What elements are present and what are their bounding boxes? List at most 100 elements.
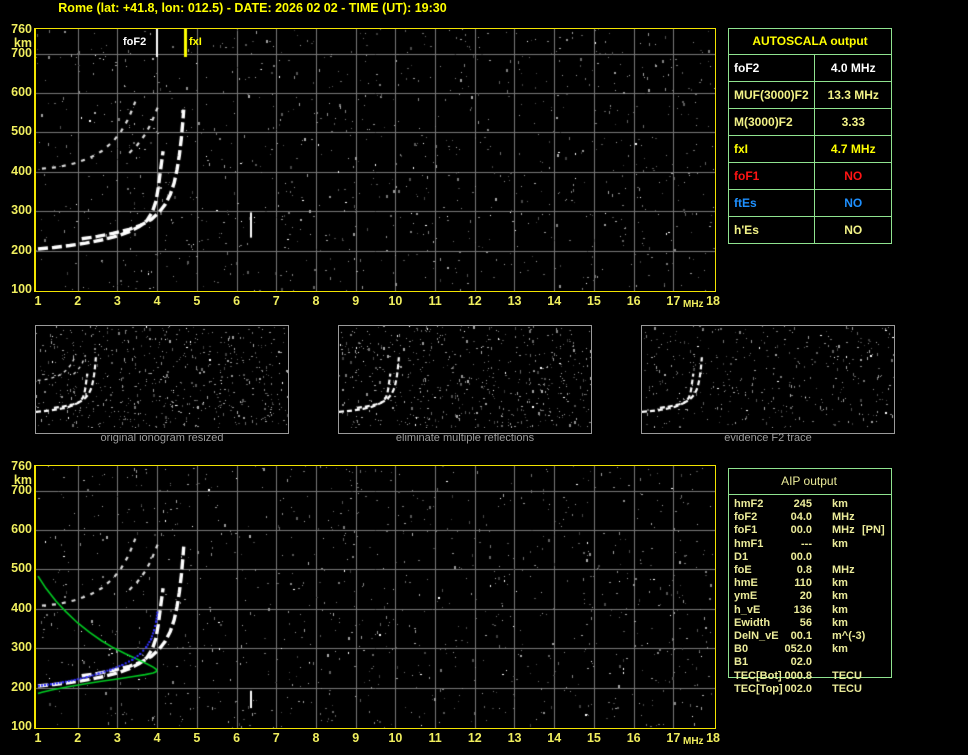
autoscala-row-value: 4.0 MHz <box>814 55 891 81</box>
aip-row-note: [PN] <box>862 524 885 537</box>
x-tick-label: 2 <box>74 731 82 745</box>
aip-row-label: foE <box>734 564 752 576</box>
y-tick-label: 500 <box>11 561 32 576</box>
aip-row-unit: km <box>832 603 848 616</box>
aip-row-value: 20 <box>799 590 812 603</box>
x-tick-label: 15 <box>586 294 601 308</box>
autoscala-output-table: AUTOSCALA output foF2 4.0 MHz MUF(3000)F2 1… <box>728 28 892 244</box>
aip-row: foF2 04.0 MHz <box>728 511 894 524</box>
bottom-ionogram-plot <box>34 465 716 729</box>
x-tick-label: 5 <box>193 294 201 308</box>
autoscala-row-label: fxI <box>734 142 749 156</box>
aip-row-unit: km <box>832 537 848 550</box>
aip-row-value: 04.0 <box>790 511 812 524</box>
x-axis-unit-label: MHz <box>683 736 704 747</box>
aip-row: D1 00.0 <box>728 551 894 564</box>
window-title: Rome (lat: +41.8, lon: 012.5) - DATE: 20… <box>58 1 447 15</box>
aip-row-value: 56 <box>799 616 812 629</box>
x-tick-label: 9 <box>352 731 360 745</box>
thumbnail-caption-eliminate: eliminate multiple reflections <box>395 432 535 444</box>
x-axis-unit-label: MHz <box>683 299 704 310</box>
y-tick-label: 600 <box>11 85 32 100</box>
x-tick-label: 3 <box>113 294 121 308</box>
x-tick-label: 18 <box>706 294 721 308</box>
x-tick-label: 12 <box>467 294 482 308</box>
aip-row-value: 245 <box>793 498 812 510</box>
autoscala-row: h'Es NO <box>729 216 891 243</box>
aip-row-value: 00.0 <box>790 550 812 563</box>
x-tick-label: 12 <box>467 731 482 745</box>
x-tick-label: 14 <box>547 294 562 308</box>
aip-row-unit: TECU <box>832 682 862 695</box>
y-tick-label: 200 <box>11 242 32 257</box>
aip-row-label: B0 <box>734 643 749 656</box>
autoscala-table-title: AUTOSCALA output <box>752 34 868 48</box>
x-tick-label: 18 <box>706 731 721 745</box>
x-tick-label: 1 <box>34 731 42 745</box>
aip-row-value: 0.8 <box>796 564 812 576</box>
autoscala-row-label: MUF(3000)F2 <box>734 88 809 102</box>
x-tick-label: 9 <box>352 294 360 308</box>
x-tick-label: 11 <box>428 731 442 745</box>
aip-output-table: AIP output hmF2 245 km foF2 04.0 MHz foF1 00.0 M… <box>728 468 894 702</box>
autoscala-row-value: 3.33 <box>814 109 891 135</box>
x-tick-label: 2 <box>74 294 82 308</box>
aip-row-value: --- <box>801 537 812 550</box>
aip-row-value: 110 <box>794 577 812 590</box>
autoscala-app-window: { "window_title": "Rome (lat: +41.8, lon… <box>0 0 968 755</box>
x-tick-label: 4 <box>153 294 161 308</box>
y-tick-label: 100 <box>11 281 32 296</box>
aip-row: TEC[Top] 002.0 TECU <box>728 683 894 696</box>
autoscala-row: foF1 NO <box>729 162 891 189</box>
aip-row: B0 052.0 km <box>728 643 894 656</box>
aip-row-unit: km <box>832 498 848 510</box>
aip-row: DelN_vE 00.1 m^(-3) <box>728 630 894 643</box>
x-tick-label: 11 <box>428 294 442 308</box>
autoscala-row-value: NO <box>814 190 891 216</box>
aip-row-unit: km <box>832 643 848 656</box>
y-tick-label: 760 <box>11 22 32 36</box>
y-tick-label: 760 <box>11 459 32 473</box>
y-tick-label: 100 <box>11 718 32 733</box>
aip-row: Ewidth 56 km <box>728 617 894 630</box>
x-tick-label: 13 <box>507 731 522 745</box>
aip-row-value: 002.0 <box>784 682 812 695</box>
autoscala-row: MUF(3000)F2 13.3 MHz <box>729 81 891 108</box>
autoscala-row: ftEs NO <box>729 189 891 216</box>
autoscala-row-value: NO <box>814 163 891 189</box>
autoscala-row-label: foF1 <box>734 169 760 183</box>
x-tick-label: 14 <box>547 731 562 745</box>
x-tick-label: 13 <box>507 294 522 308</box>
x-tick-label: 7 <box>272 731 280 745</box>
aip-row-unit: MHz <box>832 524 855 537</box>
x-tick-label: 10 <box>388 731 403 745</box>
y-tick-label: 500 <box>11 124 32 139</box>
x-tick-label: 6 <box>233 731 241 745</box>
x-tick-label: 8 <box>312 731 320 745</box>
y-tick-label: 200 <box>11 679 32 694</box>
x-tick-label: 7 <box>272 294 280 308</box>
autoscala-row-label: h'Es <box>734 223 759 237</box>
top-ionogram-canvas <box>36 29 715 291</box>
aip-row-unit: m^(-3) <box>832 630 866 642</box>
aip-row: hmF2 245 km <box>728 498 894 511</box>
autoscala-row: foF2 4.0 MHz <box>729 54 891 81</box>
thumbnail-evidence-canvas <box>642 326 894 428</box>
x-tick-label: 3 <box>113 731 121 745</box>
aip-row: foF1 00.0 MHz [PN] <box>728 524 894 537</box>
aip-row-value: 000.8 <box>784 669 812 682</box>
aip-row: hmF1 --- km <box>728 538 894 551</box>
autoscala-row-value: 13.3 MHz <box>814 82 891 108</box>
x-tick-label: 1 <box>34 294 42 308</box>
x-tick-label: 16 <box>626 731 641 745</box>
aip-row-value: 136 <box>793 603 812 616</box>
thumbnail-eliminate-reflections <box>338 325 592 434</box>
x-tick-label: 8 <box>312 294 320 308</box>
x-tick-label: 10 <box>388 294 403 308</box>
aip-row-value: 00.0 <box>790 524 812 537</box>
autoscala-row-value: NO <box>814 217 891 243</box>
x-tick-label: 16 <box>626 294 641 308</box>
thumbnail-original-canvas <box>36 326 288 428</box>
thumbnail-caption-original: original ionogram resized <box>100 432 224 444</box>
aip-row-label: D1 <box>734 550 749 563</box>
